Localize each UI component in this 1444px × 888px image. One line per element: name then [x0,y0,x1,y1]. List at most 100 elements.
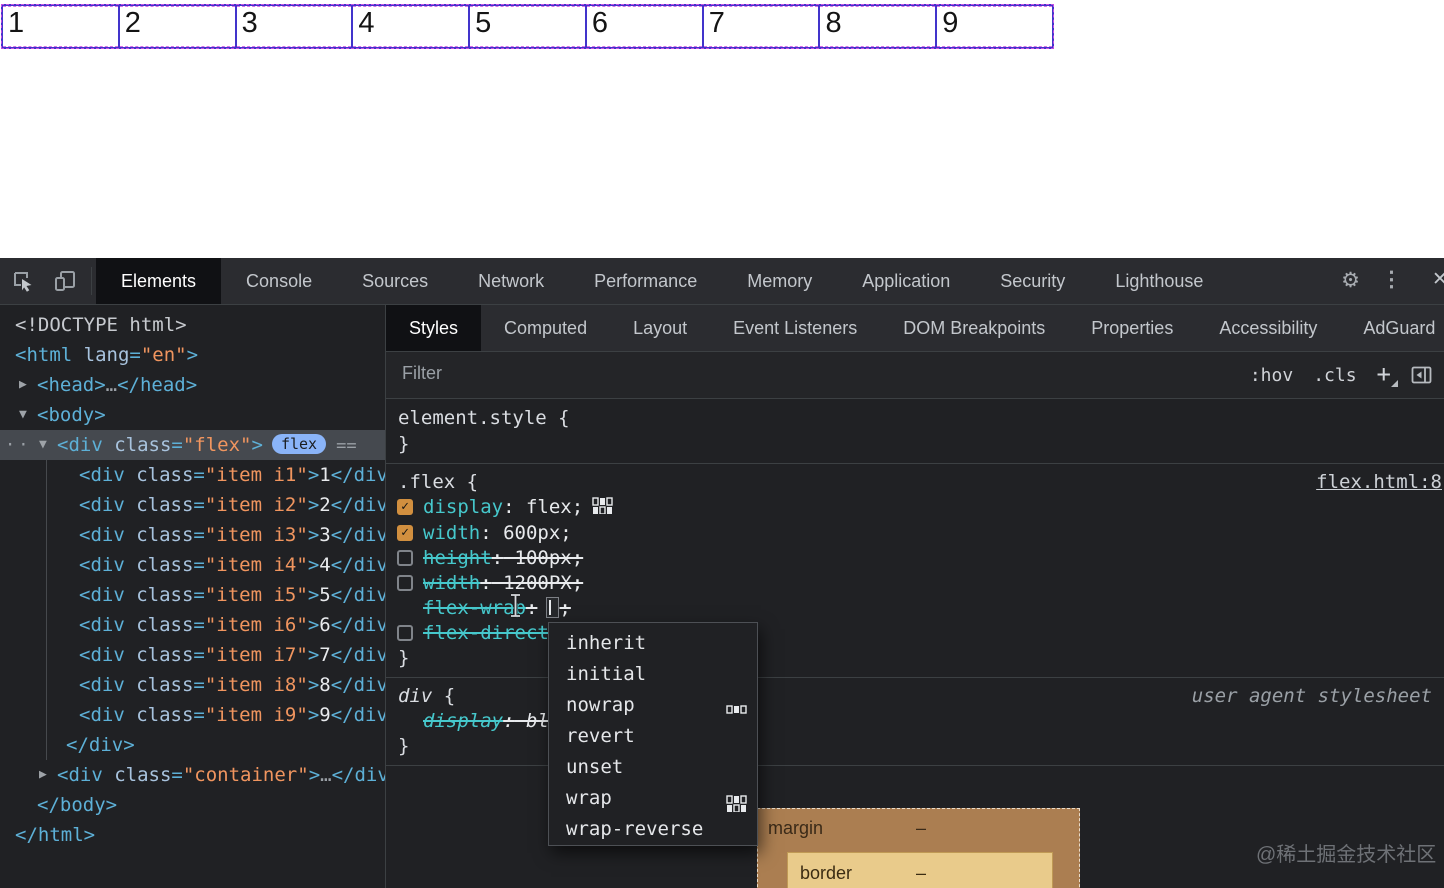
property-checkbox[interactable] [397,499,413,515]
row-actions-dots[interactable]: ·· [5,430,31,460]
flex-item: 9 [935,4,1055,49]
tab-application[interactable]: Application [837,258,975,304]
code-token: </div> [330,644,385,666]
dom-tree-row[interactable]: <div class="item i8">8</div> [0,670,385,700]
dom-tree-row[interactable]: ▶ <head>…</head> [0,370,385,400]
rule-selector[interactable]: element.style { [386,405,1444,431]
settings-gear-icon[interactable]: ⚙ [1341,268,1360,293]
css-property-row[interactable]: width: 1200PX; [386,571,1444,596]
property-value: 600px; [491,522,572,544]
suggestion-label: nowrap [566,694,635,716]
box-model-margin[interactable]: margin – border – [757,808,1080,888]
dom-tree-row[interactable]: </body> [0,790,385,820]
dom-tree-row[interactable]: </div> [0,730,385,760]
suggestion-item[interactable]: wrap-reverse [549,814,757,845]
toggle-classes-button[interactable]: .cls [1313,365,1356,386]
suggestion-item[interactable]: initial [549,659,757,690]
toggle-sidebar-icon[interactable] [1411,366,1432,384]
code-token: "item i7" [204,644,308,666]
stylesheet-link[interactable]: flex.html:8 [1316,470,1442,495]
css-property-row[interactable]: flex-direction [386,621,1444,646]
sidebar-tab-event-listeners[interactable]: Event Listeners [710,305,880,351]
code-token: = [193,644,205,666]
dom-tree-row[interactable]: <div class="item i3">3</div> [0,520,385,550]
sidebar-tab-adguard[interactable]: AdGuard [1340,305,1444,351]
sidebar-tab-computed[interactable]: Computed [481,305,610,351]
code-token: > [307,614,320,636]
toggle-device-toolbar-button[interactable] [52,268,78,294]
dom-tree-row[interactable]: <div class="item i4">4</div> [0,550,385,580]
dom-tree-row[interactable]: ▶ <div class="container">…</div> [0,760,385,790]
dom-tree-row[interactable]: <div class="item i2">2</div> [0,490,385,520]
dom-tree-row[interactable]: <div class="item i9">9</div> [0,700,385,730]
dom-tree-row[interactable]: <html lang="en"> [0,340,385,370]
property-checkbox[interactable] [397,625,413,641]
property-checkbox[interactable] [397,525,413,541]
dom-tree-row[interactable]: <div class="item i6">6</div> [0,610,385,640]
tab-sources[interactable]: Sources [337,258,453,304]
sidebar-tab-properties[interactable]: Properties [1068,305,1196,351]
box-model-border[interactable]: border – [787,852,1053,888]
flex-editor-button[interactable] [592,496,613,521]
dom-tree-row[interactable]: <div class="item i5">5</div> [0,580,385,610]
inline-value-editor[interactable] [546,597,560,618]
tab-lighthouse[interactable]: Lighthouse [1090,258,1228,304]
property-checkbox[interactable] [397,550,413,566]
tab-security[interactable]: Security [975,258,1090,304]
inspect-element-button[interactable] [10,268,36,294]
tab-network[interactable]: Network [453,258,569,304]
new-style-rule-button[interactable]: + [1377,360,1399,388]
sidebar-tab-layout[interactable]: Layout [610,305,710,351]
code-token: 4 [319,554,331,576]
close-devtools-icon[interactable]: ✕ [1432,268,1444,291]
dom-tree-row[interactable]: ▼ <body> [0,400,385,430]
flex-badge[interactable]: flex [271,434,327,454]
dom-tree-row[interactable]: </html> [0,820,385,850]
dom-tree-row[interactable]: <div class="item i1">1</div> [0,460,385,490]
suggestion-item[interactable]: nowrap [549,690,757,721]
chevron-down-icon[interactable]: ▼ [19,400,27,430]
filter-input[interactable]: Filter [402,363,442,384]
css-property-row[interactable]: height: 100px; [386,546,1444,571]
devtools-toolbar: Elements Console Sources Network Performance… [0,258,1444,305]
property-checkbox[interactable] [397,575,413,591]
box-model-border-value[interactable]: – [916,863,926,884]
tab-elements[interactable]: Elements [96,258,222,304]
css-property-row[interactable]: display: flex; [386,495,1444,521]
sidebar-tab-accessibility[interactable]: Accessibility [1196,305,1340,351]
code-token: 3 [319,524,331,546]
suggestion-item[interactable]: wrap [549,783,757,814]
toggle-hover-state-button[interactable]: :hov [1250,365,1293,386]
tab-performance[interactable]: Performance [569,258,722,304]
wrap-icon [726,795,747,813]
suggestion-item[interactable]: revert [549,721,757,752]
tab-console[interactable]: Console [221,258,337,304]
dom-tree-row[interactable]: <!DOCTYPE html> [0,310,385,340]
chevron-down-icon[interactable]: ▼ [39,430,47,460]
dom-tree-row[interactable]: <div class="item i7">7</div> [0,640,385,670]
css-property-row[interactable]: flex-wrap:; [386,596,1444,621]
suggestion-item[interactable]: unset [549,752,757,783]
rule-close-brace: } [398,433,410,455]
code-token: > [186,344,199,366]
inspect-cursor-icon [14,272,32,292]
sidebar-tab-dom-breakpoints[interactable]: DOM Breakpoints [880,305,1068,351]
sidebar-tab-styles[interactable]: Styles [386,305,482,351]
css-property-row[interactable]: display: block; [386,709,1444,734]
style-rule: .flex {flex.html:8display: flex;width: 6… [386,464,1444,678]
code-token: class [136,494,194,516]
rule-selector[interactable]: .flex { [386,470,1444,495]
box-model-margin-value[interactable]: – [916,818,926,839]
box-model-border-label: border [800,863,853,883]
tab-memory[interactable]: Memory [722,258,837,304]
selected-node-marker: == [336,436,357,456]
property-colon: : [480,572,492,594]
more-options-icon[interactable]: ⋮ [1381,267,1402,292]
chevron-right-icon[interactable]: ▶ [39,760,47,790]
code-token: <div [79,554,137,576]
css-property-row[interactable]: width: 600px; [386,521,1444,546]
chevron-right-icon[interactable]: ▶ [19,370,27,400]
dom-tree-row[interactable]: ·· ▼ <div class="flex"> flex == [0,430,385,460]
suggestion-item[interactable]: inherit [549,628,757,659]
property-colon: : [491,547,504,569]
